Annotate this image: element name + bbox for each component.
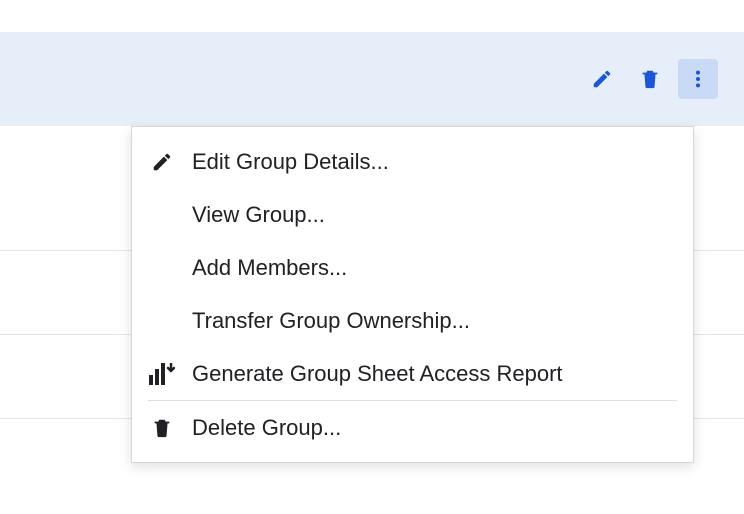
menu-label: Add Members... [192, 255, 347, 281]
trash-icon [151, 417, 173, 439]
menu-label: Delete Group... [192, 415, 341, 441]
menu-item-view-group[interactable]: View Group... [132, 188, 693, 241]
delete-button[interactable] [630, 59, 670, 99]
menu-label: View Group... [192, 202, 325, 228]
more-options-menu: Edit Group Details... View Group... Add … [131, 126, 694, 463]
menu-item-add-members[interactable]: Add Members... [132, 241, 693, 294]
bar-chart-download-icon [149, 363, 175, 385]
menu-item-generate-report[interactable]: Generate Group Sheet Access Report [132, 347, 693, 400]
menu-label: Generate Group Sheet Access Report [192, 361, 563, 387]
menu-item-edit-group-details[interactable]: Edit Group Details... [132, 135, 693, 188]
edit-button[interactable] [582, 59, 622, 99]
trash-icon [639, 68, 661, 90]
menu-item-transfer-ownership[interactable]: Transfer Group Ownership... [132, 294, 693, 347]
menu-label: Transfer Group Ownership... [192, 308, 470, 334]
kebab-icon [687, 68, 709, 90]
more-options-button[interactable] [678, 59, 718, 99]
header-bar [0, 32, 744, 126]
pencil-icon [151, 151, 173, 173]
pencil-icon [591, 68, 613, 90]
menu-label: Edit Group Details... [192, 149, 389, 175]
menu-item-delete-group[interactable]: Delete Group... [132, 401, 693, 454]
